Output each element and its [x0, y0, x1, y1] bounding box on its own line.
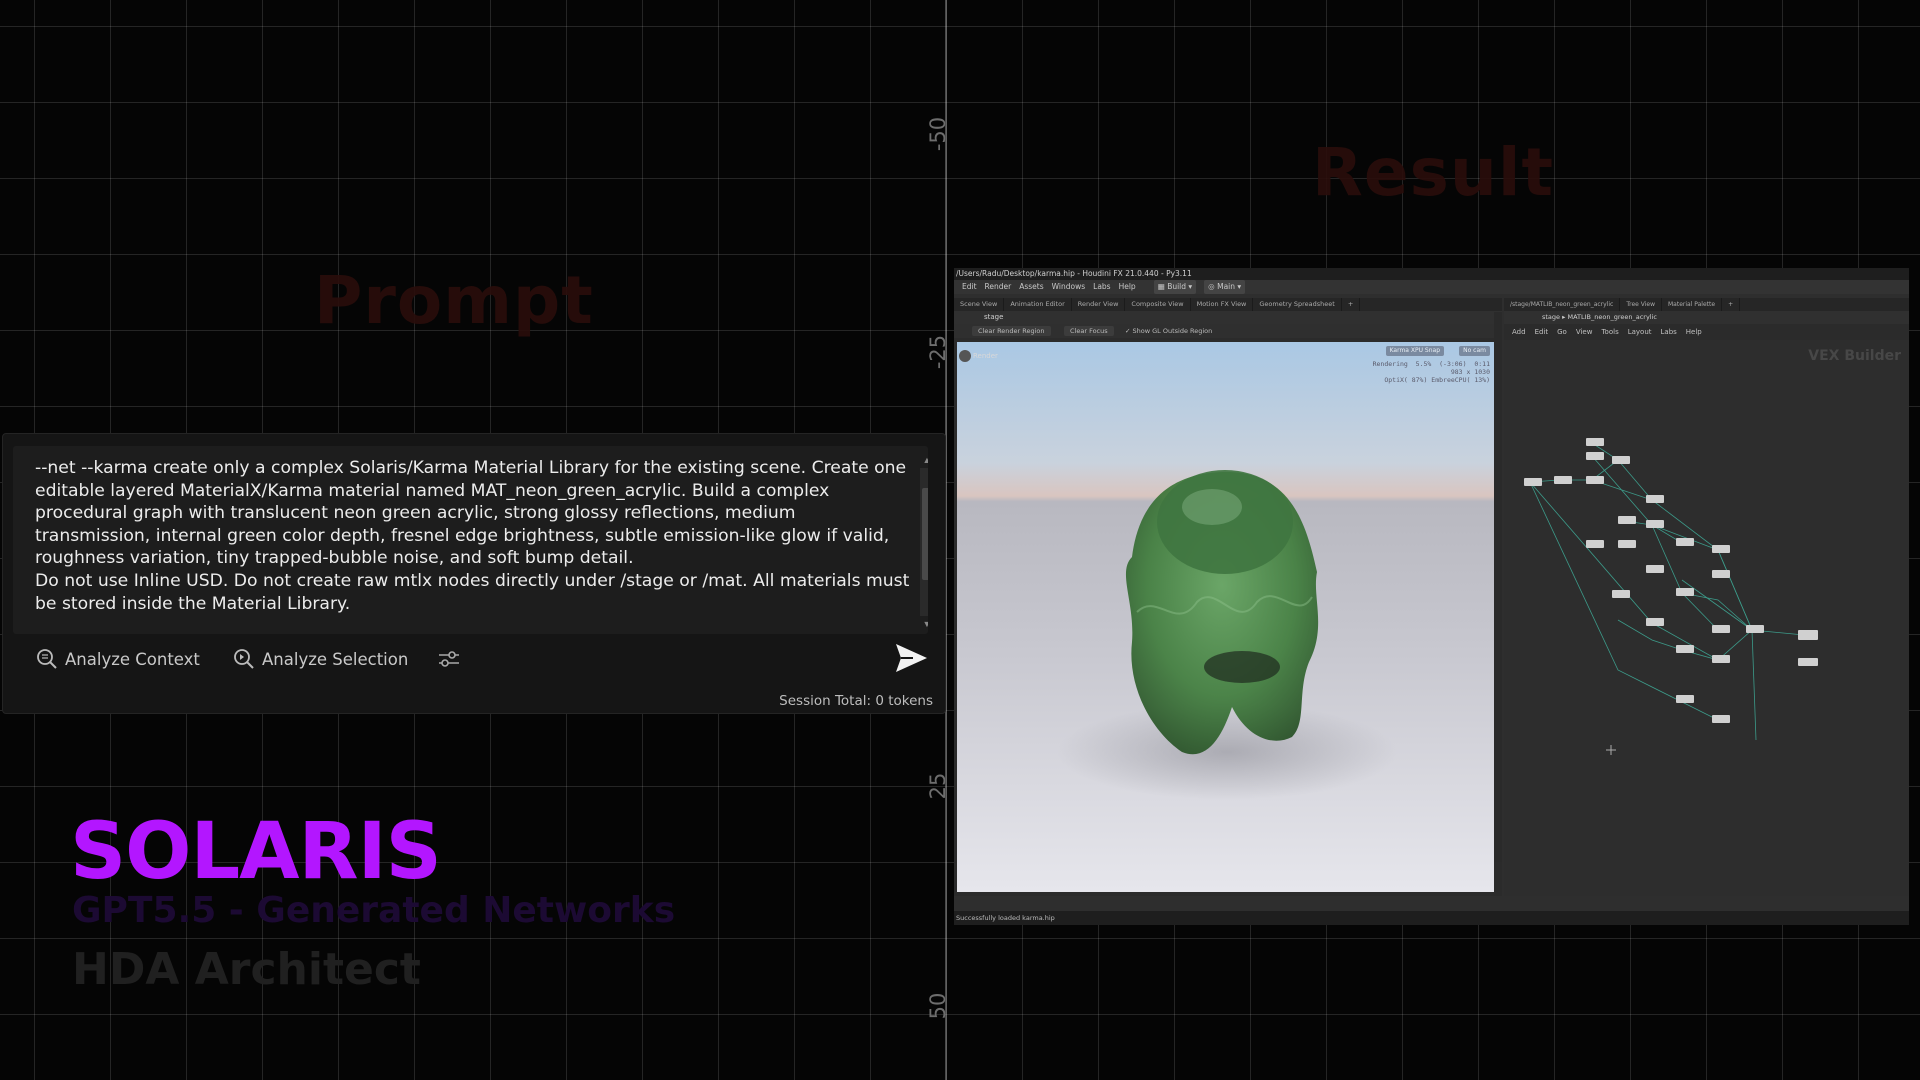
network-path-bar[interactable]: stage ▸ MATLIB_neon_green_acrylic: [1504, 311, 1909, 324]
network-menubar: Add Edit Go View Tools Layout Labs Help: [1504, 326, 1909, 338]
network-pane: /stage/MATLIB_neon_green_acrylic Tree Vi…: [1504, 298, 1909, 896]
result-heading: Result: [1312, 134, 1555, 211]
ruler-label-50: 50: [926, 992, 950, 1020]
tab-tree-view[interactable]: Tree View: [1620, 298, 1662, 311]
menu-render[interactable]: Render: [985, 280, 1012, 294]
net-menu-tools[interactable]: Tools: [1601, 326, 1618, 338]
network-path-root[interactable]: stage: [1542, 313, 1560, 321]
settings-sliders-button[interactable]: [437, 643, 461, 675]
tab-composite-view[interactable]: Composite View: [1125, 298, 1191, 311]
prompt-heading: Prompt: [314, 262, 594, 339]
net-menu-add[interactable]: Add: [1512, 326, 1526, 338]
stage-path[interactable]: stage: [984, 313, 1003, 321]
tab-animation-editor[interactable]: Animation Editor: [1004, 298, 1072, 311]
show-gl-outside-region-label: Show GL Outside Region: [1132, 327, 1213, 335]
left-pane: Scene View Animation Editor Render View …: [954, 298, 1502, 896]
main-menubar: Edit Render Assets Windows Labs Help ▦ B…: [954, 280, 1909, 294]
desktop-dropdown-value: Build: [1167, 282, 1187, 291]
menu-help[interactable]: Help: [1119, 280, 1136, 294]
ruler-label-neg25: -25: [926, 334, 950, 370]
add-tab-icon[interactable]: +: [1342, 298, 1361, 311]
houdini-window: /Users/Radu/Desktop/karma.hip - Houdini …: [954, 268, 1909, 925]
render-viewport[interactable]: Render Karma XPU Snap No cam Rendering 5…: [957, 342, 1494, 892]
left-pane-tabs: Scene View Animation Editor Render View …: [954, 298, 1502, 311]
node-network-view[interactable]: VEX Builder: [1504, 340, 1909, 896]
acrylic-cloth-render: [1057, 470, 1397, 800]
sliders-icon: [439, 651, 459, 667]
session-total: Session Total: 0 tokens: [779, 693, 933, 709]
net-menu-edit[interactable]: Edit: [1535, 326, 1549, 338]
context-dropdown[interactable]: ◎ Main ▾: [1204, 280, 1246, 294]
status-bar: Successfully loaded karma.hip: [954, 911, 1909, 925]
menu-windows[interactable]: Windows: [1052, 280, 1085, 294]
prompt-panel: --net --karma create only a complex Sola…: [2, 433, 946, 714]
selection-search-icon: [234, 649, 254, 669]
left-path-bar[interactable]: stage: [954, 311, 1502, 324]
tab-geometry-spreadsheet[interactable]: Geometry Spreadsheet: [1253, 298, 1342, 311]
window-title: /Users/Radu/Desktop/karma.hip - Houdini …: [954, 268, 1909, 280]
network-path-node[interactable]: MATLIB_neon_green_acrylic: [1567, 313, 1657, 321]
viewport-toolbar: Clear Render Region Clear Focus ✓ Show G…: [954, 324, 1502, 338]
prompt-text[interactable]: --net --karma create only a complex Sola…: [35, 457, 911, 627]
brand-subtitle: GPT5.5 - Generated Networks: [72, 890, 676, 931]
net-menu-go[interactable]: Go: [1557, 326, 1567, 338]
tab-render-view[interactable]: Render View: [1072, 298, 1126, 311]
net-menu-help[interactable]: Help: [1686, 326, 1702, 338]
analyze-search-icon: [37, 649, 57, 669]
viewport-side-toolbar[interactable]: [1494, 312, 1502, 862]
analyze-context-label: Analyze Context: [65, 649, 200, 669]
scroll-down-icon[interactable]: ▼: [922, 618, 928, 630]
send-icon[interactable]: [893, 640, 929, 676]
context-dropdown-value: Main: [1217, 282, 1236, 291]
add-network-tab-icon[interactable]: +: [1722, 298, 1741, 311]
brand-tagline: HDA Architect: [72, 944, 421, 995]
analyze-selection-button[interactable]: Analyze Selection: [232, 643, 408, 675]
menu-assets[interactable]: Assets: [1019, 280, 1043, 294]
clear-focus-button[interactable]: Clear Focus: [1064, 326, 1114, 336]
tab-material-palette[interactable]: Material Palette: [1662, 298, 1723, 311]
clear-render-region-button[interactable]: Clear Render Region: [972, 326, 1051, 336]
tab-matlib-network[interactable]: /stage/MATLIB_neon_green_acrylic: [1504, 298, 1621, 311]
show-gl-outside-region-toggle[interactable]: ✓ Show GL Outside Region: [1119, 326, 1218, 336]
net-menu-layout[interactable]: Layout: [1628, 326, 1652, 338]
net-menu-view[interactable]: View: [1576, 326, 1593, 338]
menu-labs[interactable]: Labs: [1093, 280, 1110, 294]
tab-motion-fx-view[interactable]: Motion FX View: [1191, 298, 1254, 311]
desktop-dropdown[interactable]: ▦ Build ▾: [1153, 280, 1197, 294]
ruler-label-25: 25: [926, 772, 950, 800]
analyze-selection-label: Analyze Selection: [262, 649, 409, 669]
node-graph: [1524, 438, 1818, 755]
menu-edit[interactable]: Edit: [962, 280, 977, 294]
tab-scene-view[interactable]: Scene View: [954, 298, 1005, 311]
brand-title: SOLARIS: [70, 807, 442, 897]
prompt-textarea[interactable]: --net --karma create only a complex Sola…: [13, 446, 928, 634]
network-pane-tabs: /stage/MATLIB_neon_green_acrylic Tree Vi…: [1504, 298, 1909, 311]
ruler-label-neg50: -50: [926, 116, 950, 152]
net-menu-labs[interactable]: Labs: [1661, 326, 1677, 338]
prompt-scrollbar-thumb[interactable]: [922, 488, 928, 580]
analyze-context-button[interactable]: Analyze Context: [35, 643, 200, 675]
scroll-up-icon[interactable]: ▲: [922, 454, 928, 466]
prompt-scrollbar[interactable]: ▲ ▼: [920, 455, 928, 629]
